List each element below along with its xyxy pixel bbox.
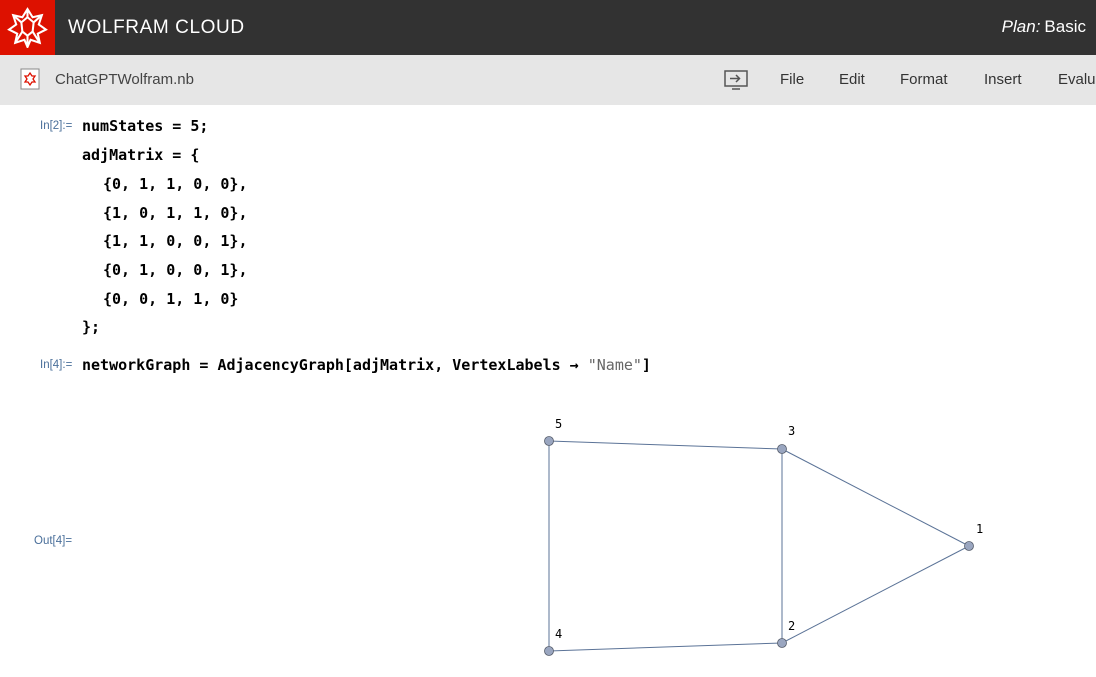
- plan-indicator[interactable]: Plan: Basic: [1002, 17, 1086, 37]
- graph-vertex-1: [964, 541, 974, 551]
- graph-edge-3-5: [548, 440, 783, 450]
- menu-edit[interactable]: Edit: [839, 71, 865, 88]
- wolfram-logo[interactable]: [0, 0, 55, 55]
- notebook-toolbar: ChatGPTWolfram.nb File Edit Format Inser…: [0, 55, 1096, 105]
- graph-edge-1-3: [781, 448, 970, 547]
- code-line: {1, 0, 1, 1, 0},: [103, 204, 248, 222]
- graph-vertex-label-1: 1: [976, 522, 983, 536]
- code-line: };: [82, 318, 101, 336]
- brand-title[interactable]: WOLFRAM CLOUD: [68, 17, 245, 39]
- menu-format[interactable]: Format: [900, 71, 948, 88]
- graph-vertex-4: [544, 646, 554, 656]
- code-line: adjMatrix = {: [82, 146, 200, 164]
- input-label-in4: In[4]:=: [40, 359, 73, 371]
- code-line: {1, 1, 0, 0, 1},: [103, 232, 248, 250]
- code-line: {0, 1, 1, 0, 0},: [103, 175, 248, 193]
- graph-vertex-2: [777, 638, 787, 648]
- menu-file[interactable]: File: [780, 71, 804, 88]
- graph-vertex-label-4: 4: [555, 627, 562, 641]
- code-line: numStates = 5;: [82, 117, 209, 135]
- output-label-out4: Out[4]=: [34, 535, 73, 547]
- graph-edge-2-4: [548, 642, 783, 652]
- code-line: {0, 0, 1, 1, 0}: [103, 290, 239, 308]
- notebook-name[interactable]: ChatGPTWolfram.nb: [55, 71, 194, 88]
- code-text: ]: [641, 356, 651, 374]
- graph-vertex-label-3: 3: [788, 424, 795, 438]
- plan-label: Plan:: [1001, 17, 1041, 36]
- plan-value: Basic: [1044, 17, 1086, 36]
- graph-edge-1-2: [781, 545, 970, 644]
- menu-insert[interactable]: Insert: [984, 71, 1022, 88]
- graph-vertex-label-2: 2: [788, 619, 795, 633]
- graph-vertex-3: [777, 444, 787, 454]
- menu-evaluation[interactable]: Evalua: [1058, 71, 1096, 88]
- notebook-file-icon: [20, 68, 40, 90]
- top-bar: WOLFRAM CLOUD Plan: Basic: [0, 0, 1096, 55]
- present-icon[interactable]: [724, 69, 748, 91]
- input-label-in2: In[2]:=: [40, 120, 73, 132]
- graph-vertex-5: [544, 436, 554, 446]
- wolfram-spikey-icon: [7, 7, 48, 48]
- code-string: "Name": [587, 356, 642, 374]
- code-line: {0, 1, 0, 0, 1},: [103, 261, 248, 279]
- code-text: networkGraph = AdjacencyGraph[adjMatrix,…: [82, 356, 588, 374]
- adjacency-graph[interactable]: 1 2 3 4 5: [520, 410, 1000, 670]
- input-cell-in4[interactable]: networkGraph = AdjacencyGraph[adjMatrix,…: [82, 356, 651, 374]
- graph-vertex-label-5: 5: [555, 417, 562, 431]
